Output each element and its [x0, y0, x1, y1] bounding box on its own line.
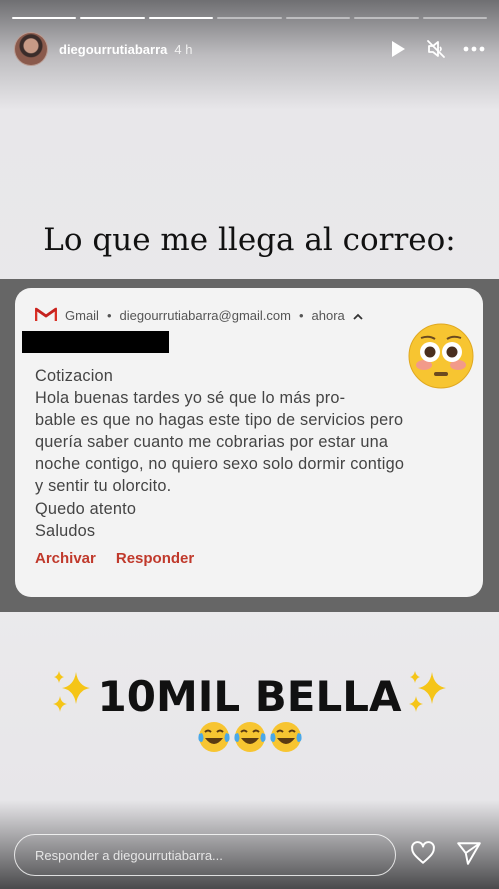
heart-icon[interactable] — [410, 840, 436, 871]
progress-segment — [148, 17, 214, 19]
email-subject: Cotizacion — [35, 367, 114, 385]
email-line: y sentir tu olorcito. — [35, 477, 172, 496]
tears-of-joy-emoji-icon — [197, 720, 231, 759]
tears-of-joy-emoji-icon — [269, 720, 303, 759]
notification-actions: Archivar Responder — [35, 550, 194, 567]
redacted-sender — [22, 331, 169, 353]
send-icon[interactable] — [456, 840, 482, 871]
progress-segment — [217, 17, 282, 19]
mute-icon[interactable] — [425, 38, 447, 60]
email-line: Saludos — [35, 521, 96, 540]
sticker-text: 10MIL BELLA — [97, 671, 402, 721]
email-line: quería saber cuanto me cobrarias por est… — [35, 433, 389, 452]
email-content: Cotizacion Hola buenas tardes yo sé que … — [35, 365, 435, 542]
app-name: Gmail — [65, 308, 99, 323]
separator-dot: • — [298, 308, 304, 323]
notification-time: ahora — [311, 308, 345, 323]
gmail-logo-icon — [34, 306, 58, 325]
sparkles-icon — [406, 668, 450, 724]
progress-segment — [12, 17, 77, 19]
tears-of-joy-emoji-icon — [233, 720, 267, 759]
progress-segment — [285, 17, 351, 19]
reply-button[interactable]: Responder — [116, 550, 194, 567]
reply-actions — [410, 840, 482, 871]
progress-segment — [354, 17, 419, 19]
email-line: Hola buenas tardes yo sé que lo más pro- — [35, 389, 346, 408]
progress-segment — [80, 17, 145, 19]
play-icon[interactable] — [387, 38, 409, 60]
progress-segment — [422, 17, 487, 19]
archive-button[interactable]: Archivar — [35, 550, 96, 567]
chevron-up-icon — [353, 308, 363, 323]
sparkles-icon — [50, 668, 94, 724]
reply-placeholder: Responder a diegourrutiabarra... — [35, 847, 223, 863]
reply-input[interactable]: Responder a diegourrutiabarra... — [14, 834, 396, 876]
laughing-emojis — [0, 720, 499, 759]
story-viewer: diegourrutiabarra 4 h Lo que me llega al… — [0, 0, 499, 889]
email-line: Quedo atento — [35, 499, 137, 518]
username[interactable]: diegourrutiabarra — [59, 42, 167, 57]
sticker-text-row: 10MIL BELLA — [0, 668, 499, 724]
story-progress — [12, 17, 487, 20]
notification-header: Gmail • diegourrutiabarra@gmail.com • ah… — [34, 306, 363, 325]
more-icon[interactable] — [463, 38, 485, 60]
account-email: diegourrutiabarra@gmail.com — [119, 308, 291, 323]
caption-text: Lo que me llega al correo: — [43, 222, 456, 258]
avatar[interactable] — [14, 32, 48, 66]
gmail-notification-card: Gmail • diegourrutiabarra@gmail.com • ah… — [15, 288, 483, 597]
separator-dot: • — [106, 308, 112, 323]
email-line: bable es que no hagas este tipo de servi… — [35, 411, 404, 430]
story-header: diegourrutiabarra 4 h — [14, 32, 485, 66]
email-line: noche contigo, no quiero sexo solo dormi… — [35, 455, 405, 474]
post-time: 4 h — [174, 41, 193, 57]
